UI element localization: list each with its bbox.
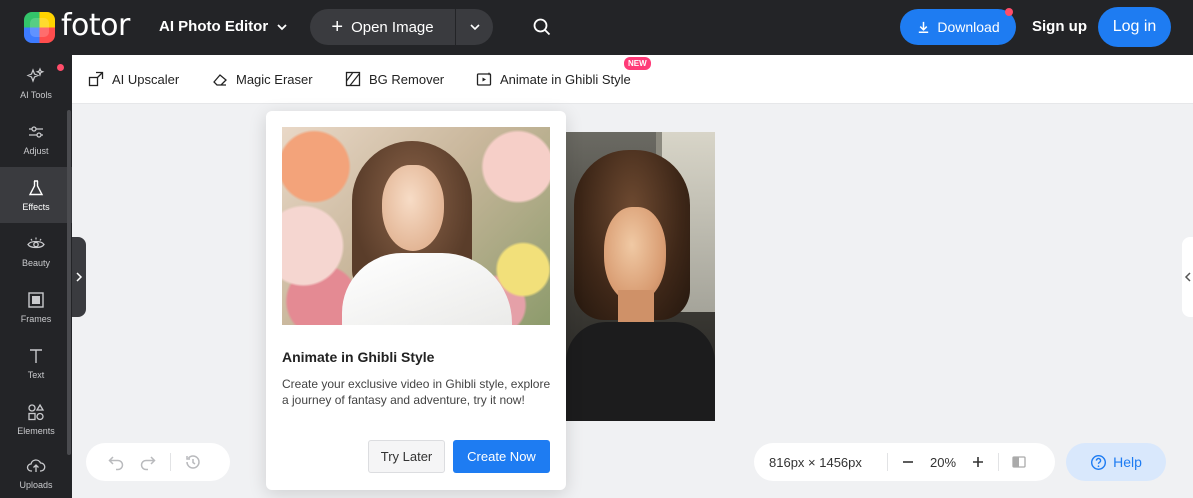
sidebar-item-uploads[interactable]: Uploads [0, 447, 72, 498]
compare-button[interactable] [1007, 443, 1031, 481]
editor-menu-label: AI Photo Editor [159, 18, 269, 35]
plus-icon [973, 457, 983, 467]
create-now-button[interactable]: Create Now [453, 440, 550, 473]
popup-title: Animate in Ghibli Style [282, 349, 435, 365]
sidebar-item-label: AI Tools [20, 90, 52, 100]
fotor-logo-icon[interactable] [24, 12, 55, 43]
sidebar-item-beauty[interactable]: Beauty [0, 223, 72, 279]
photo-face [604, 207, 666, 302]
chevron-right-icon [76, 272, 83, 282]
sidebar-item-elements[interactable]: Elements [0, 391, 72, 447]
ghibli-promo-popup: Animate in Ghibli Style Create your excl… [266, 111, 566, 490]
tool-bg-remover[interactable]: BG Remover [345, 55, 444, 103]
sparkle-icon [26, 67, 45, 83]
help-button[interactable]: Help [1066, 443, 1166, 481]
frame-icon [28, 292, 44, 308]
eraser-icon [213, 74, 227, 86]
open-image-button[interactable]: + Open Image [310, 9, 456, 45]
upload-icon [26, 458, 46, 472]
redo-button[interactable] [132, 443, 164, 481]
shapes-icon [28, 403, 45, 421]
divider [998, 453, 999, 471]
upscale-icon [88, 71, 104, 87]
sidebar-scrollbar[interactable] [67, 110, 71, 455]
sidebar-item-label: Text [27, 370, 45, 380]
sidebar-item-label: Elements [17, 426, 55, 436]
bg-remove-icon [345, 71, 361, 87]
new-badge: NEW [624, 57, 651, 70]
divider [887, 453, 888, 471]
tool-animate-ghibli[interactable]: Animate in Ghibli Style [476, 55, 631, 103]
search-button[interactable] [530, 15, 554, 39]
photo-sweater [566, 322, 715, 421]
tool-label: BG Remover [369, 71, 445, 87]
search-icon [533, 18, 551, 36]
sidebar-item-ai-tools[interactable]: AI Tools [0, 55, 72, 111]
image-size-readout: 816px × 1456px [769, 454, 862, 470]
tool-ai-upscaler[interactable]: AI Upscaler [88, 55, 179, 103]
history-icon [186, 455, 200, 469]
promo-shirt [342, 253, 512, 325]
open-image-dropdown-button[interactable] [456, 9, 493, 45]
help-label: Help [1113, 454, 1142, 470]
expand-right-panel-button[interactable] [1182, 237, 1193, 317]
zoom-controls: 816px × 1456px 20% [754, 443, 1055, 481]
tool-label: Animate in Ghibli Style [500, 71, 631, 87]
open-image-group: + Open Image [310, 9, 493, 45]
redo-icon [140, 456, 156, 471]
sidebar-item-label: Uploads [19, 479, 53, 490]
top-bar: fotor AI Photo Editor + Open Image Downl… [0, 0, 1193, 55]
brand-name[interactable]: fotor [61, 8, 130, 43]
zoom-level[interactable]: 20% [920, 455, 966, 470]
minus-icon [903, 461, 913, 463]
undo-icon [108, 456, 124, 471]
tool-magic-eraser[interactable]: Magic Eraser [212, 55, 313, 103]
animate-icon [476, 72, 492, 86]
download-button[interactable]: Download [900, 8, 1016, 45]
expand-left-panel-button[interactable] [72, 237, 86, 317]
download-label: Download [937, 19, 1000, 35]
divider [170, 453, 171, 471]
eye-icon [27, 237, 45, 249]
compare-icon [1012, 456, 1026, 468]
tool-label: Magic Eraser [236, 71, 313, 87]
sidebar-item-text[interactable]: Text [0, 335, 72, 391]
sidebar-item-adjust[interactable]: Adjust [0, 111, 72, 167]
sidebar-item-label: Frames [20, 314, 52, 324]
download-icon [919, 21, 929, 33]
promo-face [382, 165, 444, 251]
editor-menu-dropdown[interactable]: AI Photo Editor [159, 18, 288, 35]
sidebar-item-frames[interactable]: Frames [0, 279, 72, 335]
quick-tools-bar: AI Upscaler Magic Eraser BG Remover Anim… [72, 55, 1193, 104]
notification-dot [1005, 8, 1013, 16]
plus-icon: + [331, 16, 344, 38]
try-later-button[interactable]: Try Later [368, 440, 445, 473]
text-icon [30, 349, 42, 363]
sliders-icon [29, 126, 43, 138]
sidebar-item-label: Beauty [21, 258, 51, 268]
open-image-label: Open Image [351, 18, 434, 36]
sidebar-item-label: Adjust [23, 146, 49, 156]
sign-up-link[interactable]: Sign up [1032, 18, 1087, 35]
zoom-out-button[interactable] [896, 443, 920, 481]
sidebar-item-label: Effects [22, 202, 50, 212]
undo-button[interactable] [100, 443, 132, 481]
tool-label: AI Upscaler [112, 71, 180, 87]
question-circle-icon [1091, 454, 1107, 470]
history-controls [86, 443, 230, 481]
popup-description: Create your exclusive video in Ghibli st… [282, 377, 551, 407]
sidebar-item-effects[interactable]: Effects [0, 167, 72, 223]
chevron-left-icon [1184, 272, 1191, 282]
history-button[interactable] [177, 443, 209, 481]
log-in-button[interactable]: Log in [1098, 7, 1171, 47]
notification-dot [57, 64, 64, 71]
chevron-down-icon [469, 24, 480, 31]
promo-image [282, 127, 550, 325]
zoom-in-button[interactable] [966, 443, 990, 481]
chevron-down-icon [277, 23, 287, 30]
flask-icon [28, 180, 44, 196]
left-sidebar: AI Tools Adjust Effects Beauty Frames Te… [0, 55, 72, 498]
canvas-image[interactable] [566, 132, 715, 421]
